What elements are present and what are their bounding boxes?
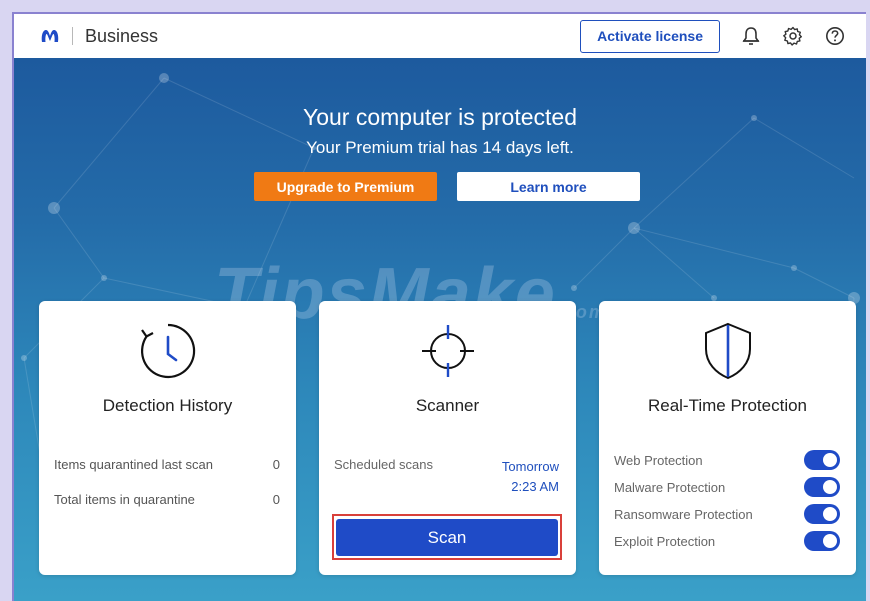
topbar-actions: Activate license bbox=[580, 19, 846, 53]
stat-label: Total items in quarantine bbox=[54, 492, 195, 507]
clock-history-icon bbox=[140, 323, 195, 379]
ransomware-protection-toggle[interactable] bbox=[804, 504, 840, 524]
app-window: Business Activate license TipsMake.com Y… bbox=[12, 12, 866, 601]
trial-status-subtitle: Your Premium trial has 14 days left. bbox=[306, 138, 574, 157]
toggle-knob bbox=[823, 480, 837, 494]
real-time-protection-card[interactable]: Real-Time Protection Web Protection Malw… bbox=[599, 301, 856, 575]
stat-label: Items quarantined last scan bbox=[54, 457, 213, 472]
scheduled-scans-label: Scheduled scans bbox=[334, 457, 434, 472]
upgrade-to-premium-button[interactable]: Upgrade to Premium bbox=[254, 172, 437, 201]
card-title: Real-Time Protection bbox=[647, 396, 808, 415]
protection-row-malware: Malware Protection bbox=[614, 476, 840, 498]
protection-label: Exploit Protection bbox=[614, 533, 716, 549]
top-bar: Business Activate license bbox=[14, 14, 866, 58]
help-icon[interactable] bbox=[824, 25, 846, 47]
toggle-knob bbox=[823, 453, 837, 467]
scheduled-day: Tomorrow bbox=[501, 459, 559, 474]
detection-history-card[interactable]: Detection History Items quarantined last… bbox=[39, 301, 296, 575]
brand-name: Business bbox=[85, 25, 159, 46]
protection-label: Web Protection bbox=[614, 452, 703, 468]
protection-label: Ransomware Protection bbox=[614, 506, 753, 522]
stat-row: Total items in quarantine 0 bbox=[54, 492, 280, 507]
bell-icon[interactable] bbox=[740, 25, 762, 47]
logo: Business bbox=[40, 26, 158, 47]
scheduled-scan-time[interactable]: Tomorrow 2:23 AM bbox=[502, 457, 559, 497]
activate-license-button[interactable]: Activate license bbox=[580, 19, 720, 53]
stat-value: 0 bbox=[272, 492, 280, 507]
web-protection-toggle[interactable] bbox=[804, 450, 840, 470]
malwarebytes-logo-icon bbox=[41, 30, 59, 42]
protection-row-exploit: Exploit Protection bbox=[614, 530, 840, 552]
brand-separator bbox=[72, 27, 73, 45]
scanner-card[interactable]: Scanner Scheduled scans Tomorrow 2:23 AM… bbox=[319, 301, 576, 575]
protection-row-web: Web Protection bbox=[614, 449, 840, 471]
scan-button[interactable]: Scan bbox=[336, 519, 558, 556]
protection-row-ransomware: Ransomware Protection bbox=[614, 503, 840, 525]
crosshair-icon bbox=[421, 325, 474, 377]
toggle-knob bbox=[823, 534, 837, 548]
card-title: Scanner bbox=[415, 396, 480, 415]
card-title: Detection History bbox=[102, 396, 233, 415]
protection-label: Malware Protection bbox=[614, 479, 726, 495]
protection-status-title: Your computer is protected bbox=[302, 104, 578, 130]
learn-more-button[interactable]: Learn more bbox=[457, 172, 640, 201]
malware-protection-toggle[interactable] bbox=[804, 477, 840, 497]
scheduled-time: 2:23 AM bbox=[511, 479, 559, 494]
hero-banner: TipsMake.com Your computer is protected … bbox=[14, 58, 866, 601]
toggle-knob bbox=[823, 507, 837, 521]
stat-value: 0 bbox=[272, 457, 280, 472]
shield-icon bbox=[704, 322, 751, 380]
stat-row: Items quarantined last scan 0 bbox=[54, 457, 280, 472]
exploit-protection-toggle[interactable] bbox=[804, 531, 840, 551]
gear-icon[interactable] bbox=[782, 25, 804, 47]
